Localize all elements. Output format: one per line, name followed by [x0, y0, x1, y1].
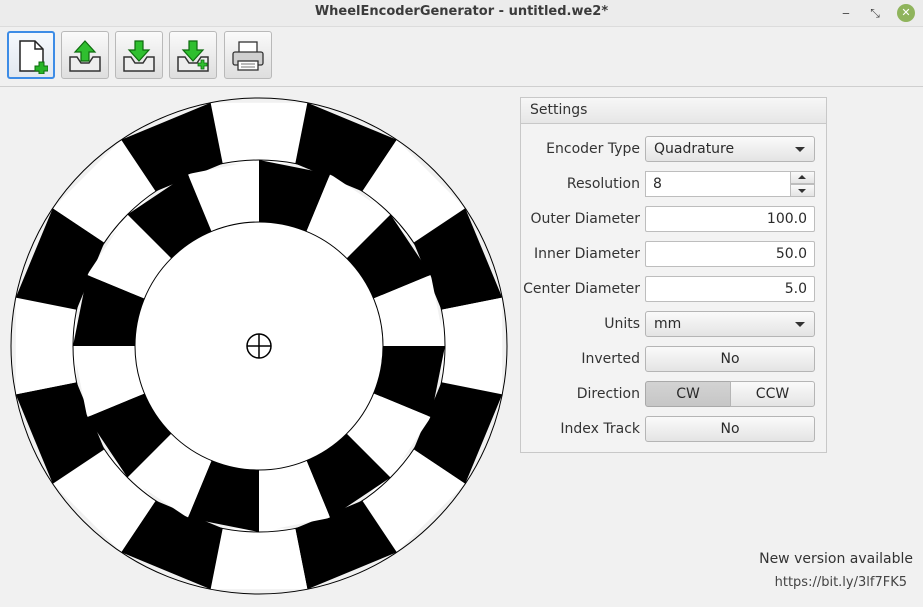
inner-diameter-label: Inner Diameter	[533, 246, 640, 262]
direction-label: Direction	[576, 386, 640, 402]
encoder-type-row: Encoder Type Quadrature	[521, 136, 826, 162]
new-version-notice: New version available	[759, 551, 913, 567]
outer-track-segment	[210, 102, 308, 164]
save-as-button[interactable]	[169, 31, 217, 79]
settings-panel: Settings Encoder Type Quadrature Resolut…	[520, 97, 827, 453]
index-track-label: Index Track	[560, 421, 640, 437]
save-button[interactable]	[115, 31, 163, 79]
units-label: Units	[604, 316, 640, 332]
new-button[interactable]	[7, 31, 55, 79]
open-icon	[69, 40, 101, 72]
save-icon	[123, 40, 155, 72]
inverted-label: Inverted	[581, 351, 640, 367]
minimize-icon[interactable]: ‒	[837, 4, 855, 22]
arrow-down-icon	[798, 189, 806, 193]
settings-title: Settings	[521, 98, 826, 124]
outer-diameter-label: Outer Diameter	[530, 211, 640, 227]
chevron-down-icon	[795, 147, 805, 152]
encoder-type-select[interactable]: Quadrature	[645, 136, 815, 162]
units-select[interactable]: mm	[645, 311, 815, 337]
resolution-label: Resolution	[566, 176, 640, 192]
outer-diameter-input[interactable]: 100.0	[645, 206, 815, 232]
save-as-icon	[177, 40, 209, 72]
resolution-input[interactable]: 8	[645, 171, 790, 197]
direction-cw-button[interactable]: CW	[645, 381, 731, 407]
center-diameter-input[interactable]: 5.0	[645, 276, 815, 302]
resolution-decrement-button[interactable]	[790, 184, 815, 197]
direction-ccw-button[interactable]: CCW	[730, 381, 815, 407]
inner-diameter-row: Inner Diameter 50.0	[521, 241, 826, 267]
print-button[interactable]	[224, 31, 272, 79]
chevron-down-icon	[795, 322, 805, 327]
title-bar: WheelEncoderGenerator - untitled.we2* ‒ …	[0, 0, 923, 27]
units-value: mm	[654, 316, 682, 332]
encoder-type-label: Encoder Type	[546, 141, 640, 157]
open-button[interactable]	[61, 31, 109, 79]
resolution-increment-button[interactable]	[790, 171, 815, 184]
outer-track-segment	[441, 297, 503, 395]
outer-track-segment	[210, 528, 308, 590]
restore-icon[interactable]: ⤡	[866, 4, 884, 22]
close-icon[interactable]: ✕	[897, 4, 915, 22]
resolution-row: Resolution 8	[521, 171, 826, 197]
center-hole-icon	[246, 333, 272, 359]
inverted-row: Inverted No	[521, 346, 826, 372]
arrow-up-icon	[798, 175, 806, 179]
center-diameter-label: Center Diameter	[523, 281, 640, 297]
printer-icon	[232, 41, 264, 71]
outer-diameter-row: Outer Diameter 100.0	[521, 206, 826, 232]
toolbar	[0, 27, 923, 87]
outer-track-segment	[15, 297, 77, 395]
index-track-row: Index Track No	[521, 416, 826, 442]
encoder-type-value: Quadrature	[654, 141, 735, 157]
index-track-toggle[interactable]: No	[645, 416, 815, 442]
direction-row: Direction CW CCW	[521, 381, 826, 407]
new-document-icon	[19, 40, 48, 74]
center-diameter-row: Center Diameter 5.0	[521, 276, 826, 302]
window-title: WheelEncoderGenerator - untitled.we2*	[314, 4, 609, 19]
inverted-toggle[interactable]: No	[645, 346, 815, 372]
inner-diameter-input[interactable]: 50.0	[645, 241, 815, 267]
units-row: Units mm	[521, 311, 826, 337]
encoder-wheel-preview	[10, 97, 508, 595]
update-link[interactable]: https://bit.ly/3lf7FK5	[775, 575, 907, 590]
